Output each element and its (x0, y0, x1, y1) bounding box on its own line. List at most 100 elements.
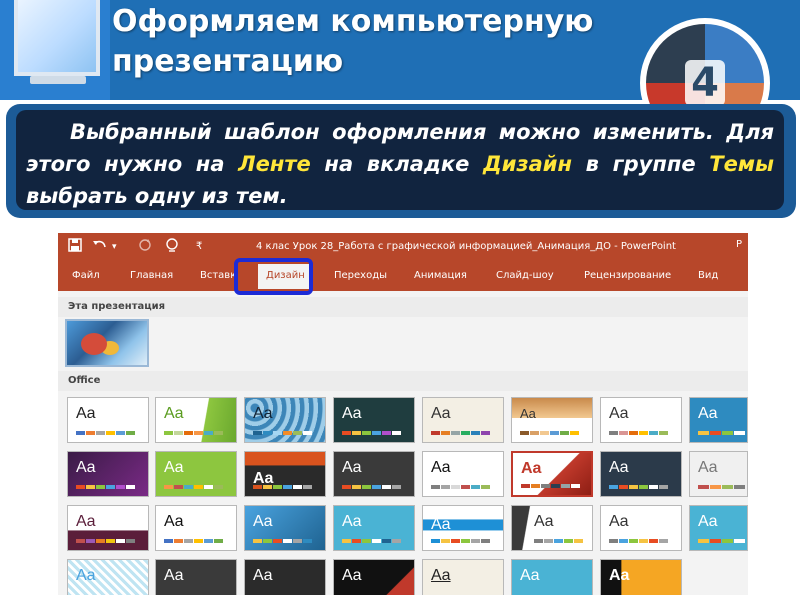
theme-color-swatches (76, 431, 136, 435)
theme-aa-label: Aa (76, 567, 96, 584)
theme-color-swatches (520, 431, 580, 435)
tab-animations[interactable]: Анимация (414, 269, 467, 283)
theme-color-swatches (431, 485, 491, 489)
theme-thumbnail[interactable]: Aa (155, 559, 237, 595)
theme-color-swatches (76, 539, 136, 543)
theme-color-swatches (609, 431, 669, 435)
badge-number: 4 (685, 60, 725, 106)
theme-thumbnail[interactable]: Aa (67, 559, 149, 595)
theme-thumbnail[interactable]: Aa (689, 505, 748, 551)
theme-thumbnail[interactable]: Aa (333, 559, 415, 595)
instruction-callout-inner: Выбранный шаблон оформления можно измени… (16, 110, 784, 210)
theme-aa-label: Aa (609, 567, 630, 584)
highlight-design-tab: Дизайн (483, 152, 573, 176)
theme-thumbnail[interactable]: Aa (422, 505, 504, 551)
theme-thumbnail[interactable]: Aa (422, 397, 504, 443)
theme-color-swatches (253, 431, 313, 435)
theme-thumbnail[interactable]: Aa (422, 451, 504, 497)
qat-customize-icon[interactable]: ₹ (196, 238, 202, 256)
theme-aa-label: Aa (164, 459, 184, 476)
theme-thumbnail[interactable]: Aa (155, 397, 237, 443)
monitor-icon (14, 0, 100, 76)
theme-color-swatches (253, 539, 313, 543)
theme-aa-label: Aa (76, 405, 96, 422)
theme-aa-label: Aa (520, 567, 540, 584)
theme-thumbnail[interactable]: Aa (333, 451, 415, 497)
tab-slideshow[interactable]: Слайд-шоу (496, 269, 554, 283)
theme-thumbnail[interactable]: Aa (600, 397, 682, 443)
theme-color-swatches (164, 431, 224, 435)
instruction-part: в группе (572, 152, 710, 176)
theme-thumbnail[interactable]: Aa (600, 559, 682, 595)
instruction-callout: Выбранный шаблон оформления можно измени… (6, 104, 796, 218)
theme-color-swatches (609, 539, 669, 543)
redo-icon[interactable] (138, 238, 152, 257)
theme-color-swatches (698, 485, 746, 489)
ribbon-tabs: Файл Главная Вставк Дизайн Переходы Аним… (58, 261, 748, 291)
theme-thumbnail[interactable]: Aa (244, 505, 326, 551)
tab-file[interactable]: Файл (72, 269, 100, 283)
theme-thumbnail[interactable]: Aa (422, 559, 504, 595)
tab-home[interactable]: Главная (130, 269, 173, 283)
powerpoint-window: ▾ ₹ 4 клас Урок 28_Работа с графической … (58, 233, 748, 595)
theme-aa-label: Aa (76, 459, 96, 476)
theme-color-swatches (431, 539, 491, 543)
theme-aa-label: Aa (164, 405, 184, 422)
theme-thumbnail[interactable]: Aa (244, 451, 326, 497)
tab-view[interactable]: Вид (698, 269, 718, 283)
theme-color-swatches (698, 431, 746, 435)
gallery-section-office: Office (58, 371, 748, 391)
theme-aa-label: Aa (534, 513, 554, 530)
theme-thumbnail[interactable]: Aa (511, 397, 593, 443)
instruction-part: на вкладке (310, 152, 483, 176)
save-icon[interactable] (68, 238, 82, 257)
theme-aa-label: Aa (253, 567, 273, 584)
theme-color-swatches (164, 485, 224, 489)
theme-aa-label: Aa (431, 405, 451, 422)
dropdown-arrow-icon[interactable]: ▾ (112, 238, 117, 256)
theme-aa-label: Aa (342, 567, 362, 584)
theme-thumbnail[interactable]: Aa (67, 451, 149, 497)
theme-color-swatches (342, 485, 402, 489)
theme-thumbnail[interactable]: Aa (511, 451, 593, 497)
ppt-titlebar: ▾ ₹ 4 клас Урок 28_Работа с графической … (58, 233, 748, 261)
theme-thumbnail[interactable]: Aa (155, 505, 237, 551)
theme-thumbnail[interactable]: Aa (600, 505, 682, 551)
theme-color-swatches (342, 539, 402, 543)
theme-thumbnail[interactable]: Aa (333, 397, 415, 443)
theme-thumbnail[interactable]: Aa (689, 451, 748, 497)
theme-thumbnail[interactable]: Aa (333, 505, 415, 551)
theme-thumbnail[interactable]: Aa (244, 397, 326, 443)
theme-aa-label: Aa (342, 459, 362, 476)
theme-aa-label: Aa (521, 460, 542, 477)
theme-color-swatches (521, 484, 581, 488)
theme-color-swatches (253, 485, 313, 489)
theme-thumbnail[interactable]: Aa (244, 559, 326, 595)
theme-aa-label: Aa (342, 405, 362, 422)
titlebar-right-text: Р (735, 239, 742, 250)
current-theme-thumbnail[interactable] (65, 319, 149, 367)
theme-color-swatches (76, 485, 136, 489)
theme-aa-label: Aa (520, 406, 536, 421)
monitor-stand-icon (30, 76, 86, 84)
theme-aa-label: Aa (698, 513, 718, 530)
theme-thumbnail[interactable]: Aa (155, 451, 237, 497)
theme-thumbnail[interactable]: Aa (511, 559, 593, 595)
theme-aa-label: Aa (431, 567, 451, 584)
theme-thumbnail[interactable]: Aa (511, 505, 593, 551)
tab-transitions[interactable]: Переходы (334, 269, 387, 283)
theme-thumbnail[interactable]: Aa (67, 505, 149, 551)
theme-color-swatches (609, 485, 669, 489)
undo-icon[interactable] (92, 238, 108, 257)
theme-aa-label: Aa (609, 513, 629, 530)
theme-thumbnail[interactable]: Aa (689, 397, 748, 443)
tab-review[interactable]: Рецензирование (584, 269, 671, 283)
theme-thumbnail[interactable]: Aa (67, 397, 149, 443)
gallery-section-this-presentation: Эта презентация (58, 297, 748, 317)
theme-thumbnail[interactable]: Aa (600, 451, 682, 497)
theme-aa-label: Aa (609, 405, 629, 422)
slideshow-icon[interactable] (164, 238, 180, 257)
theme-aa-label: Aa (698, 459, 718, 476)
theme-aa-label: Aa (698, 405, 718, 422)
tab-insert[interactable]: Вставк (200, 269, 236, 283)
